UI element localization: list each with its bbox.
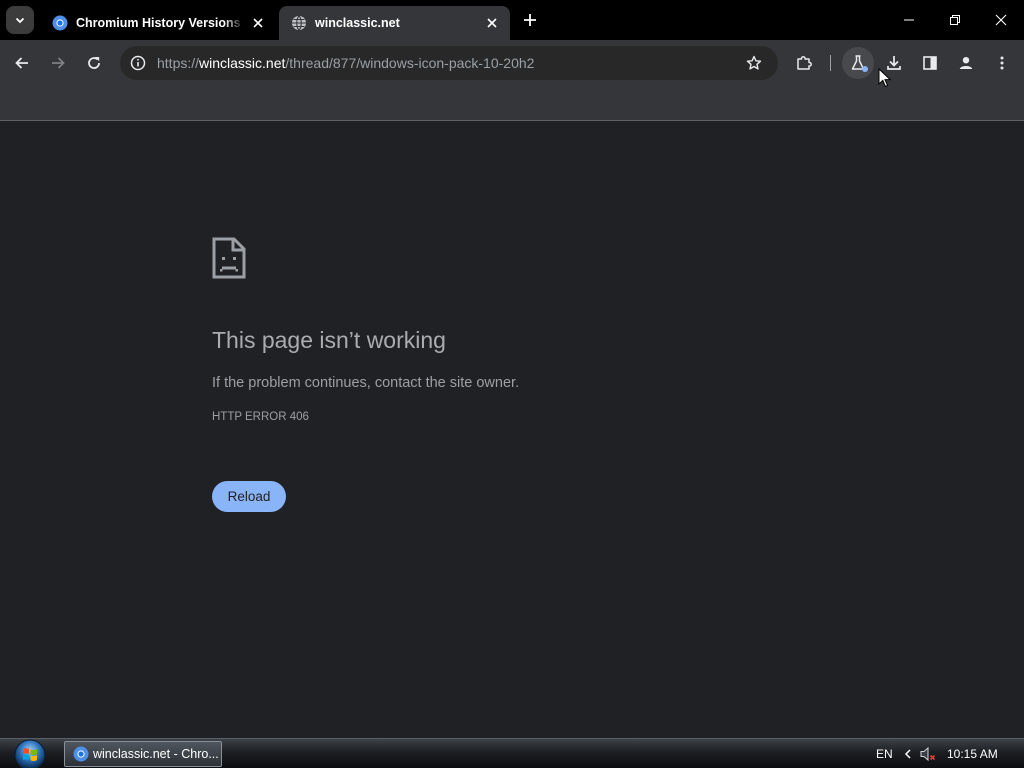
profile-icon	[959, 57, 973, 69]
error-title: This page isn’t working	[212, 327, 446, 353]
clock[interactable]: 10:15 AM	[947, 747, 998, 761]
volume-muted-icon[interactable]	[919, 745, 937, 763]
close-icon[interactable]	[250, 15, 266, 31]
toolbar-extension-area	[0, 86, 1024, 121]
chromium-icon	[73, 746, 89, 762]
restore-button[interactable]	[932, 0, 978, 40]
reload-button[interactable]	[78, 47, 110, 79]
url-path: /thread/877/windows-icon-pack-10-20h2	[285, 55, 535, 71]
close-icon[interactable]	[484, 15, 500, 31]
reload-page-button[interactable]: Reload	[212, 481, 286, 512]
side-panel-button[interactable]	[914, 47, 946, 79]
chromium-icon	[52, 15, 68, 31]
side-panel-icon	[923, 56, 937, 70]
tab-title: winclassic.net	[315, 16, 400, 30]
tab-winclassic[interactable]: winclassic.net	[279, 6, 510, 40]
windows-orb-icon	[14, 739, 46, 768]
minimize-icon	[904, 19, 914, 21]
toolbar: https://winclassic.net/thread/877/window…	[0, 40, 1024, 86]
taskbar: winclassic.net - Chro... EN 10:15 AM	[0, 738, 1024, 768]
tab-title: Chromium History Versions Do	[76, 16, 244, 30]
address-bar[interactable]: https://winclassic.net/thread/877/window…	[120, 46, 778, 80]
star-icon[interactable]	[742, 51, 766, 75]
extensions-button[interactable]	[788, 47, 820, 79]
error-message: If the problem continues, contact the si…	[212, 375, 520, 391]
chevron-left-icon	[904, 749, 911, 759]
menu-button[interactable]	[986, 47, 1018, 79]
plus-icon	[524, 14, 536, 26]
sad-page-icon	[212, 237, 246, 279]
close-window-button[interactable]	[978, 0, 1024, 40]
url-scheme: https://	[157, 55, 200, 71]
url-text: https://winclassic.net/thread/877/window…	[157, 55, 534, 71]
reload-icon	[88, 57, 100, 69]
labs-badge	[862, 66, 868, 72]
mouse-cursor-icon	[878, 68, 892, 88]
restore-icon	[950, 15, 960, 25]
labs-button[interactable]	[842, 47, 874, 79]
info-icon[interactable]	[126, 51, 150, 75]
show-hidden-icons-button[interactable]	[902, 746, 914, 762]
page-content: This page isn’t working If the problem c…	[0, 121, 1024, 738]
new-tab-button[interactable]	[518, 8, 542, 32]
forward-button[interactable]	[42, 47, 74, 79]
close-icon	[995, 14, 1007, 26]
language-indicator[interactable]: EN	[876, 747, 893, 761]
taskbar-item-label: winclassic.net - Chro...	[93, 747, 219, 761]
back-button[interactable]	[6, 47, 38, 79]
more-vertical-icon	[1000, 56, 1004, 70]
tab-strip: Chromium History Versions Do winclassic.…	[0, 0, 1024, 40]
toolbar-divider	[830, 55, 831, 71]
back-arrow-icon	[15, 57, 28, 69]
tab-chromium-history[interactable]: Chromium History Versions Do	[40, 6, 276, 40]
globe-icon	[291, 15, 307, 31]
chevron-down-icon	[15, 17, 25, 24]
error-code: HTTP ERROR 406	[212, 411, 309, 423]
tab-search-button[interactable]	[6, 6, 34, 34]
profile-button[interactable]	[950, 47, 982, 79]
start-button[interactable]	[8, 739, 52, 768]
taskbar-item-chromium[interactable]: winclassic.net - Chro...	[64, 741, 222, 767]
forward-arrow-icon	[52, 57, 65, 69]
minimize-button[interactable]	[886, 0, 932, 40]
url-host: winclassic.net	[199, 55, 286, 71]
extensions-icon	[797, 56, 812, 70]
